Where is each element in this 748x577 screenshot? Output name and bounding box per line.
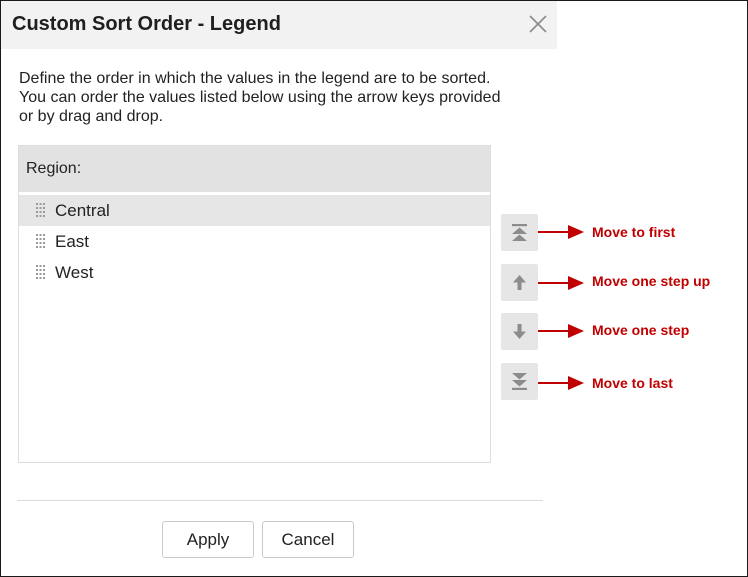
list-item[interactable]: East bbox=[19, 226, 490, 257]
dialog-title-bar: Custom Sort Order - Legend bbox=[1, 1, 557, 49]
move-last-icon bbox=[512, 373, 527, 390]
drag-handle-icon bbox=[36, 203, 45, 217]
list-header: Region: bbox=[19, 146, 490, 192]
annotation-arrow-icon bbox=[538, 376, 584, 390]
annotation-move-last: Move to last bbox=[592, 375, 673, 391]
annotation-move-first: Move to first bbox=[592, 224, 676, 240]
annotation-arrow-icon bbox=[538, 324, 584, 338]
sort-value-list: Region: Central East West bbox=[18, 145, 491, 463]
move-to-last-button[interactable] bbox=[501, 363, 538, 400]
list-item[interactable]: West bbox=[19, 257, 490, 288]
footer-divider bbox=[17, 500, 543, 501]
dialog-title: Custom Sort Order - Legend bbox=[12, 13, 281, 35]
apply-button[interactable]: Apply bbox=[162, 521, 254, 558]
list-item-label: Central bbox=[55, 201, 110, 220]
cancel-button[interactable]: Cancel bbox=[262, 521, 354, 558]
list-item-label: West bbox=[55, 263, 94, 282]
move-to-first-button[interactable] bbox=[501, 214, 538, 251]
description-line: or by drag and drop. bbox=[19, 108, 164, 125]
move-first-icon bbox=[512, 224, 527, 241]
description-line: You can order the values listed below us… bbox=[19, 89, 501, 106]
list-item[interactable]: Central bbox=[19, 195, 490, 226]
move-down-button[interactable] bbox=[501, 313, 538, 350]
dialog-description: Define the order in which the values in … bbox=[19, 69, 559, 126]
description-line: Define the order in which the values in … bbox=[19, 70, 491, 87]
close-icon[interactable] bbox=[527, 13, 549, 35]
list-item-label: East bbox=[55, 232, 90, 251]
drag-handle-icon bbox=[36, 234, 45, 248]
annotation-move-up: Move one step up bbox=[592, 273, 711, 289]
annotation-move-down: Move one step bbox=[592, 322, 690, 338]
annotation-arrow-icon bbox=[538, 225, 584, 239]
move-down-icon bbox=[513, 324, 526, 339]
drag-handle-icon bbox=[36, 265, 45, 279]
annotation-arrow-icon bbox=[538, 276, 584, 290]
move-up-icon bbox=[513, 275, 526, 290]
move-up-button[interactable] bbox=[501, 264, 538, 301]
